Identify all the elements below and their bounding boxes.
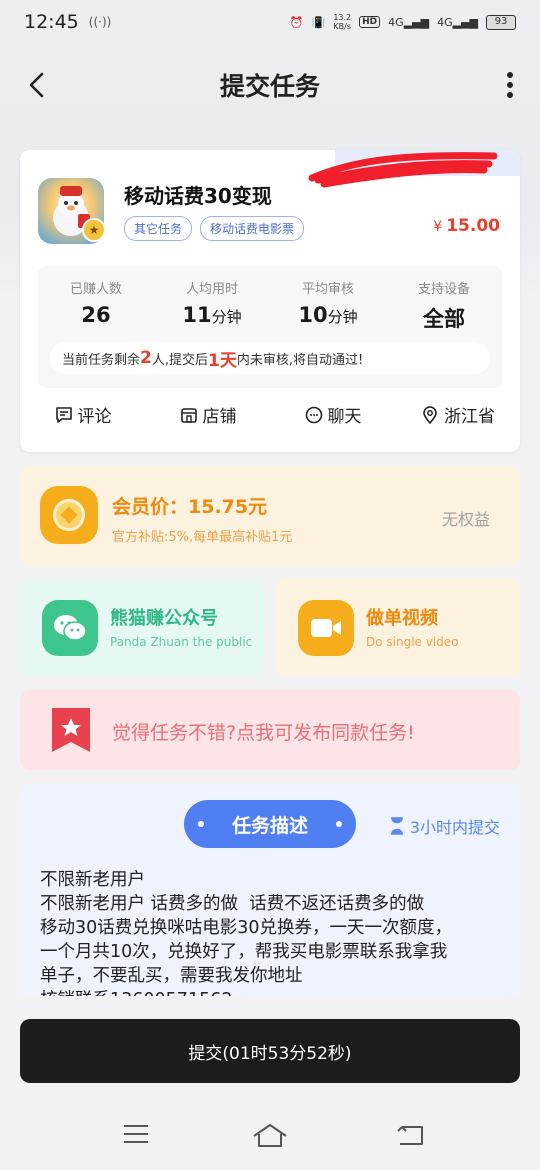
vip-benefit-status: 无权益 bbox=[441, 510, 490, 529]
time-limit-text: 3小时内提交 bbox=[409, 818, 500, 837]
stat-number: 26 bbox=[81, 303, 111, 327]
stat-unit: 分钟 bbox=[211, 308, 242, 326]
back-arrow-icon[interactable] bbox=[24, 70, 54, 100]
task-price: ¥15.00 bbox=[433, 216, 500, 236]
verified-badge-icon: ★ bbox=[82, 218, 106, 242]
more-options-icon[interactable] bbox=[506, 72, 514, 98]
stat-value: 10分钟 bbox=[270, 303, 386, 327]
signal-label-2: 4G bbox=[437, 15, 453, 29]
notice-text: 人,提交后 bbox=[151, 352, 208, 368]
location-button[interactable]: 浙江省 bbox=[395, 402, 520, 427]
signal-label-1: 4G bbox=[388, 15, 404, 29]
stat-label: 人均用时 bbox=[185, 282, 238, 297]
vibrate-icon: 📳 bbox=[311, 15, 326, 29]
stat-number: 11 bbox=[182, 303, 212, 327]
redaction-scribble bbox=[308, 152, 498, 188]
chat-icon bbox=[305, 406, 322, 423]
bookmark-star-icon bbox=[52, 708, 90, 752]
store-label: 店铺 bbox=[202, 407, 237, 427]
notice-highlight: 2 bbox=[140, 348, 152, 368]
menu-icon[interactable] bbox=[122, 1122, 150, 1146]
store-icon bbox=[180, 407, 197, 423]
task-tags: 其它任务 移动话费电影票 bbox=[124, 216, 305, 241]
status-icons: ⏰ 📳 13.2 KB/s HD 4G▂▄▆ 4G▂▄▆ 93 bbox=[290, 13, 516, 31]
task-notice: 当前任务剩余 2 人,提交后 1天 内未审核,将自动通过! bbox=[50, 342, 490, 374]
stat-number: 全部 bbox=[423, 307, 465, 331]
video-card-title: 做单视频 bbox=[366, 608, 438, 629]
signal-icon-2: 4G▂▄▆ bbox=[437, 15, 478, 29]
price-value: 15.00 bbox=[446, 216, 500, 236]
network-speed-unit: KB/s bbox=[333, 22, 352, 31]
description-text: 不限新老用户 不限新老用户 话费多的做 话费不返还话费多的做 移动30话费兑换咪… bbox=[40, 870, 453, 1010]
stat-avg-time: 人均用时 11分钟 bbox=[154, 278, 270, 333]
task-card: ★ 移动话费30变现 其它任务 移动话费电影票 ¥15.00 已赚人数 26 人… bbox=[20, 150, 520, 452]
vip-price: 会员价：15.75元 bbox=[112, 496, 268, 518]
wechat-card-subtitle: Panda Zhuan the public bbox=[110, 635, 253, 649]
store-button[interactable]: 店铺 bbox=[145, 402, 270, 427]
notice-text: 内未审核,将自动通过! bbox=[236, 352, 364, 368]
stats-panel: 已赚人数 26 人均用时 11分钟 平均审核 10分钟 支持设备 全部 当前任务… bbox=[38, 266, 502, 388]
time-limit: 3小时内提交 bbox=[390, 814, 500, 838]
stat-label: 已赚人数 bbox=[69, 282, 122, 297]
stat-earned: 已赚人数 26 bbox=[38, 278, 154, 333]
price-symbol: ¥ bbox=[433, 219, 443, 235]
comment-icon bbox=[55, 406, 72, 423]
stat-number: 10 bbox=[298, 303, 328, 327]
stat-label: 支持设备 bbox=[417, 282, 470, 297]
notice-highlight: 1天 bbox=[208, 350, 237, 371]
submit-button[interactable]: 提交(01时53分52秒) bbox=[20, 1019, 520, 1083]
wechat-icon bbox=[42, 600, 98, 656]
comment-button[interactable]: 评论 bbox=[20, 402, 145, 427]
vip-subsidy: 官方补贴:5%,每单最高补贴1元 bbox=[112, 530, 293, 545]
alarm-icon: ⏰ bbox=[289, 15, 304, 29]
wechat-card-title: 熊猫赚公众号 bbox=[110, 608, 218, 629]
description-tab-label: 任务描述 bbox=[231, 814, 308, 837]
notice-text: 当前任务剩余 bbox=[62, 352, 141, 368]
home-icon[interactable] bbox=[252, 1122, 288, 1148]
hotspot-icon: ((·)) bbox=[88, 15, 112, 29]
task-tag[interactable]: 移动话费电影票 bbox=[200, 216, 305, 241]
stat-devices: 支持设备 全部 bbox=[386, 278, 502, 333]
comment-label: 评论 bbox=[77, 407, 112, 427]
page-title: 提交任务 bbox=[219, 72, 320, 101]
chat-label: 聊天 bbox=[327, 407, 362, 427]
location-label: 浙江省 bbox=[444, 407, 495, 427]
task-name: 移动话费30变现 bbox=[124, 184, 272, 208]
publish-similar-task-banner[interactable]: 觉得任务不错?点我可发布同款任务! bbox=[20, 690, 520, 770]
stat-avg-review: 平均审核 10分钟 bbox=[270, 278, 386, 333]
publish-banner-text: 觉得任务不错?点我可发布同款任务! bbox=[112, 722, 415, 744]
tutorial-video-card[interactable]: 做单视频 Do single video bbox=[276, 578, 520, 676]
stat-value: 全部 bbox=[386, 303, 502, 333]
location-pin-icon bbox=[423, 405, 437, 424]
coin-icon bbox=[40, 486, 98, 544]
vip-price-card[interactable]: 会员价：15.75元 官方补贴:5%,每单最高补贴1元 无权益 bbox=[20, 466, 520, 566]
network-speed-value: 13.2 bbox=[333, 13, 352, 22]
wechat-official-account-card[interactable]: 熊猫赚公众号 Panda Zhuan the public bbox=[20, 578, 264, 676]
task-tag[interactable]: 其它任务 bbox=[124, 216, 193, 241]
signal-icon-1: 4G▂▄▆ bbox=[388, 15, 430, 29]
hourglass-icon bbox=[390, 817, 403, 835]
bottom-bar: 提交(01时53分52秒) bbox=[0, 996, 540, 1170]
hd-icon: HD bbox=[359, 16, 381, 28]
video-card-subtitle: Do single video bbox=[366, 635, 459, 649]
chat-button[interactable]: 聊天 bbox=[270, 402, 395, 427]
task-actions: 评论 店铺 聊天 浙江省 bbox=[20, 402, 520, 427]
stat-value: 11分钟 bbox=[154, 303, 270, 327]
network-speed: 13.2 KB/s bbox=[333, 13, 351, 31]
video-camera-icon bbox=[298, 600, 354, 656]
stat-value: 26 bbox=[38, 303, 154, 327]
stat-unit: 分钟 bbox=[327, 308, 358, 326]
nav-bar: 提交任务 bbox=[0, 58, 540, 112]
battery-icon: 93 bbox=[486, 14, 516, 30]
system-navigation bbox=[0, 1122, 540, 1152]
back-icon[interactable] bbox=[396, 1122, 426, 1148]
description-tab: 任务描述 bbox=[184, 800, 356, 848]
stat-label: 平均审核 bbox=[301, 282, 354, 297]
status-bar: 12:45 ((·)) ⏰ 📳 13.2 KB/s HD 4G▂▄▆ 4G▂▄▆… bbox=[0, 0, 540, 44]
status-time: 12:45 bbox=[24, 11, 79, 33]
